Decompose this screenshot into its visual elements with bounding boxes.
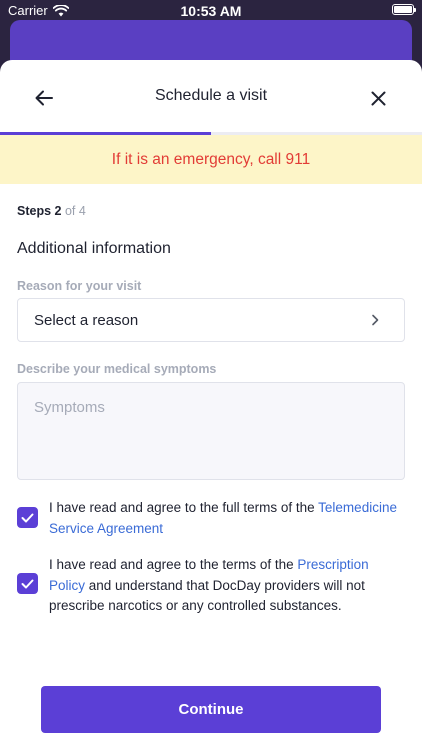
prescription-checkbox[interactable] (17, 573, 38, 594)
close-button[interactable] (364, 84, 392, 112)
check-icon (21, 513, 34, 522)
section-title: Additional information (17, 240, 171, 257)
reason-select[interactable]: Select a reason (17, 298, 405, 342)
close-icon (371, 91, 385, 105)
status-bar: Carrier 10:53 AM (0, 0, 422, 22)
symptoms-label: Describe your medical symptoms (17, 362, 217, 376)
reason-label: Reason for your visit (17, 279, 142, 293)
symptoms-placeholder: Symptoms (34, 399, 105, 416)
chevron-right-icon (372, 314, 379, 326)
reason-select-value: Select a reason (34, 311, 139, 329)
prescription-text-before: I have read and agree to the terms of th… (49, 557, 298, 572)
symptoms-textarea[interactable]: Symptoms (17, 382, 405, 480)
step-total: of 4 (64, 204, 86, 218)
step-indicator: Steps 2 of 4 (17, 204, 86, 218)
emergency-banner: If it is an emergency, call 911 (0, 135, 422, 184)
page-title: Schedule a visit (154, 87, 268, 104)
agreement-prescription: I have read and agree to the terms of th… (17, 555, 405, 617)
status-time: 10:53 AM (180, 3, 242, 19)
status-right (392, 4, 416, 15)
telemedicine-agreement-text: I have read and agree to the full terms … (49, 498, 405, 539)
agreement-telemedicine: I have read and agree to the full terms … (17, 498, 405, 539)
telemedicine-text-before: I have read and agree to the full terms … (49, 500, 319, 515)
schedule-sheet: Schedule a visit If it is an emergency, … (0, 60, 422, 750)
continue-button[interactable]: Continue (41, 686, 381, 733)
telemedicine-checkbox[interactable] (17, 507, 38, 528)
check-icon (21, 579, 34, 588)
step-current: Steps 2 (17, 204, 62, 218)
battery-icon (392, 4, 416, 15)
prescription-text-after: and understand that DocDay providers wil… (49, 577, 365, 614)
sheet-header: Schedule a visit (0, 60, 422, 134)
prescription-agreement-text: I have read and agree to the terms of th… (49, 555, 405, 617)
